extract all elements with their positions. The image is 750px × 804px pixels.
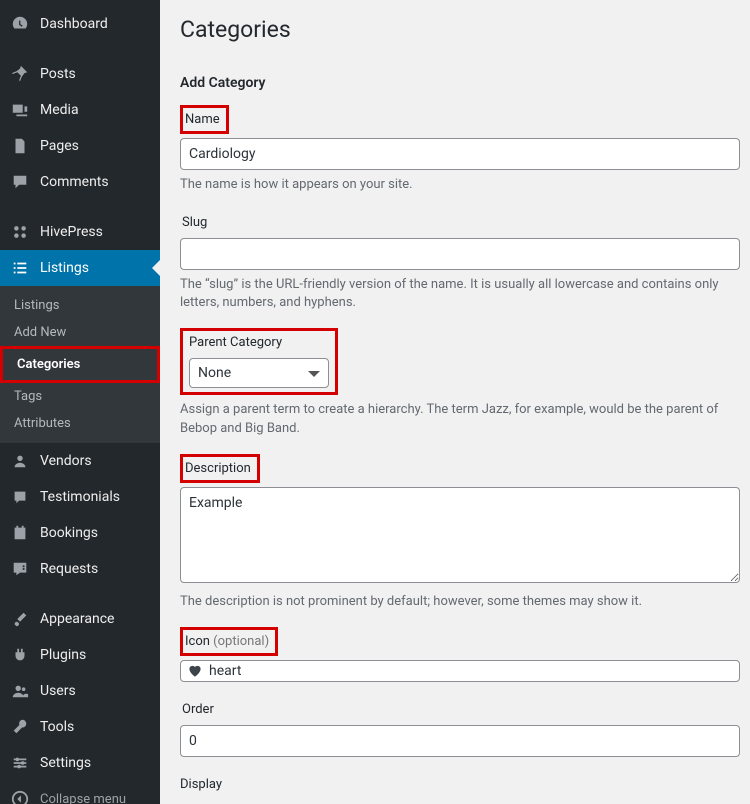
main-content: Categories Add Category Name The name is… (160, 0, 750, 804)
highlight-parent: Parent Category None (180, 328, 338, 395)
sidebar-item-users[interactable]: Users (0, 673, 160, 709)
sidebar-item-posts[interactable]: Posts (0, 56, 160, 92)
submenu-item-tags[interactable]: Tags (0, 383, 160, 410)
submenu-item-categories[interactable]: Categories (3, 351, 157, 378)
sidebar-item-appearance[interactable]: Appearance (0, 601, 160, 637)
field-name: Name The name is how it appears on your … (180, 105, 740, 195)
parent-select[interactable]: None (189, 358, 329, 388)
sidebar-item-hivepress[interactable]: HivePress (0, 214, 160, 250)
collapse-icon (10, 789, 30, 804)
sidebar-item-media[interactable]: Media (0, 92, 160, 128)
sidebar-item-label: Tools (40, 719, 74, 735)
icon-optional: (optional) (213, 634, 269, 649)
plugin-icon (10, 222, 30, 242)
name-help: The name is how it appears on your site. (180, 176, 740, 194)
field-display: Display Display subcategories (180, 773, 740, 804)
field-slug: Slug The “slug” is the URL-friendly vers… (180, 211, 740, 313)
sidebar-item-pages[interactable]: Pages (0, 128, 160, 164)
sidebar-item-testimonials[interactable]: Testimonials (0, 479, 160, 515)
sidebar-item-plugins[interactable]: Plugins (0, 637, 160, 673)
parent-help: Assign a parent term to create a hierarc… (180, 401, 740, 437)
sidebar-item-comments[interactable]: Comments (0, 164, 160, 200)
brush-icon (10, 609, 30, 629)
sidebar-submenu: Listings Add New Categories Tags Attribu… (0, 286, 160, 443)
heart-icon (187, 663, 203, 679)
sidebar-item-label: Settings (40, 755, 91, 771)
comment-icon (10, 172, 30, 192)
sidebar-item-bookings[interactable]: Bookings (0, 515, 160, 551)
sidebar-item-settings[interactable]: Settings (0, 745, 160, 781)
description-label: Description (180, 454, 260, 483)
sidebar-item-label: Dashboard (40, 16, 108, 32)
sidebar-item-label: Pages (40, 138, 79, 154)
field-order: Order (180, 698, 740, 757)
parent-label: Parent Category (189, 335, 282, 350)
field-icon: Icon (optional) heart (180, 627, 740, 682)
users-icon (10, 681, 30, 701)
submenu-item-listings[interactable]: Listings (0, 292, 160, 319)
sidebar-item-tools[interactable]: Tools (0, 709, 160, 745)
slug-input[interactable] (180, 238, 740, 270)
sidebar-item-label: Plugins (40, 647, 86, 663)
slug-help: The “slug” is the URL-friendly version o… (180, 276, 740, 312)
sidebar-item-label: Users (40, 683, 76, 699)
sidebar-item-label: Testimonials (40, 489, 120, 505)
sidebar-item-label: HivePress (40, 224, 103, 240)
sidebar-item-listings[interactable]: Listings (0, 250, 160, 286)
sidebar-item-label: Appearance (40, 611, 114, 627)
field-parent: Parent Category None Assign a parent ter… (180, 328, 740, 437)
request-icon (10, 559, 30, 579)
submenu-item-add-new[interactable]: Add New (0, 319, 160, 346)
plug-icon (10, 645, 30, 665)
sidebar-item-label: Comments (40, 174, 109, 190)
quote-icon (10, 487, 30, 507)
display-label: Display (180, 773, 228, 796)
highlight-categories: Categories (0, 346, 160, 383)
wrench-icon (10, 717, 30, 737)
sidebar-item-vendors[interactable]: Vendors (0, 443, 160, 479)
order-label: Order (180, 698, 220, 721)
pin-icon (10, 64, 30, 84)
page-icon (10, 136, 30, 156)
sidebar-item-label: Requests (40, 561, 98, 577)
submenu-item-attributes[interactable]: Attributes (0, 410, 160, 437)
form-heading: Add Category (180, 75, 740, 91)
field-description: Description Example The description is n… (180, 454, 740, 611)
media-icon (10, 100, 30, 120)
sidebar-item-label: Collapse menu (40, 792, 126, 804)
sidebar-item-requests[interactable]: Requests (0, 551, 160, 587)
admin-sidebar: Dashboard Posts Media Pages Comments Hiv… (0, 0, 160, 804)
sidebar-item-label: Vendors (40, 453, 92, 469)
slug-label: Slug (180, 211, 213, 234)
page-title: Categories (180, 16, 740, 43)
name-input[interactable] (180, 138, 740, 170)
sidebar-item-label: Posts (40, 66, 76, 82)
description-input[interactable]: Example (180, 487, 740, 583)
description-help: The description is not prominent by defa… (180, 593, 740, 611)
sliders-icon (10, 753, 30, 773)
sidebar-item-label: Listings (40, 260, 89, 276)
user-icon (10, 451, 30, 471)
gauge-icon (10, 14, 30, 34)
icon-select[interactable]: heart (180, 660, 740, 682)
icon-value: heart (209, 663, 241, 679)
name-label: Name (180, 105, 229, 134)
sidebar-item-label: Bookings (40, 525, 98, 541)
order-input[interactable] (180, 725, 740, 757)
sidebar-item-dashboard[interactable]: Dashboard (0, 6, 160, 42)
sidebar-item-collapse[interactable]: Collapse menu (0, 781, 160, 804)
calendar-icon (10, 523, 30, 543)
sidebar-item-label: Media (40, 102, 79, 118)
icon-label: Icon (185, 634, 210, 649)
list-icon (10, 258, 30, 278)
icon-label-wrap: Icon (optional) (180, 627, 278, 656)
